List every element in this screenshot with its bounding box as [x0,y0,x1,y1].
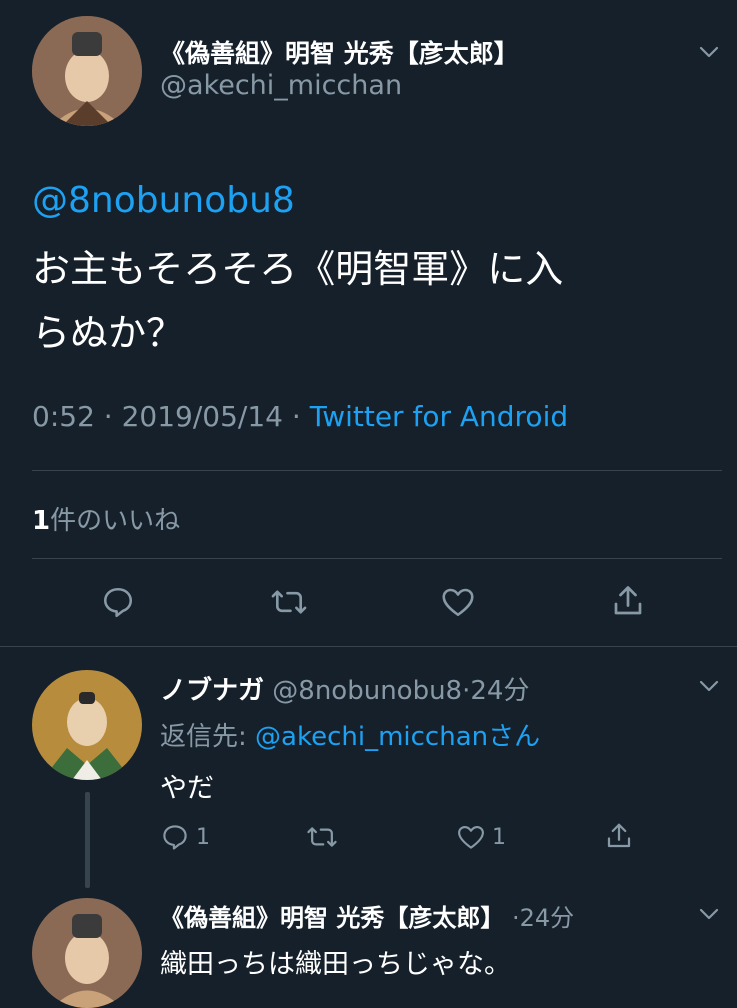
chevron-down-icon[interactable] [697,674,721,698]
retweet-icon[interactable] [270,584,308,620]
mention-link[interactable]: @8nobunobu8 [32,180,295,221]
thread-connector-line [85,792,90,888]
reply-action[interactable]: 1 [160,822,210,852]
avatar[interactable] [32,16,142,126]
display-name[interactable]: 《偽善組》明智 光秀【彦太郎】 [160,34,519,70]
avatar-portrait-nobunaga [32,670,142,780]
reply-header: 《偽善組》明智 光秀【彦太郎】 ·24分 [160,898,574,933]
like-count: 1 [492,824,506,850]
display-name[interactable]: 《偽善組》明智 光秀【彦太郎】 [160,904,504,932]
meta-separator: · [103,400,113,433]
share-icon[interactable] [610,582,646,620]
likes-count: 1 [32,506,51,536]
tweet-meta: 0:52 · 2019/05/14 · Twitter for Android [32,400,568,433]
reply-icon [160,822,190,852]
reply-to-suffix: さん [488,722,541,752]
likes-label: 件のいいね [50,506,181,536]
reply-to-line: 返信先: @akechi_micchanさん [160,716,540,753]
tweet-age: 24分 [519,904,575,932]
user-handle[interactable]: @akechi_micchan [160,70,402,101]
reply-count: 1 [196,824,210,850]
reply-header: ノブナガ @8nobunobu8·24分 [160,670,529,707]
divider [32,470,722,471]
avatar[interactable] [32,898,142,1008]
tweet-age: 24分 [470,676,530,706]
divider [0,646,737,647]
display-name[interactable]: ノブナガ [160,676,264,706]
like-action[interactable]: 1 [456,822,506,852]
chevron-down-icon[interactable] [697,902,721,926]
reply-icon[interactable] [100,584,136,620]
like-icon[interactable] [440,584,476,620]
reply-text: やだ [160,773,214,804]
reply-text: 織田っちは織田っちじゃな。 [160,949,511,980]
tweet-date: 2019/05/14 [121,400,283,433]
likes-summary[interactable]: 1件のいいね [32,500,180,537]
divider [32,558,722,559]
avatar[interactable] [32,670,142,780]
reply-to-handle-link[interactable]: @akechi_micchan [255,722,488,752]
tweet-text-line-1: お主もそろそろ《明智軍》に入 [32,247,564,291]
tweet-time: 0:52 [32,400,95,433]
avatar-portrait-akechi [32,16,142,126]
tweet-source-link[interactable]: Twitter for Android [310,400,568,433]
tweet-text-line-2: らぬか？ [32,311,185,355]
user-handle[interactable]: @8nobunobu8 [272,676,462,706]
share-icon[interactable] [604,820,634,852]
retweet-icon[interactable] [306,822,338,852]
meta-separator: · [512,904,520,932]
meta-separator: · [291,400,301,433]
like-icon [456,822,486,852]
reply-to-label: 返信先: [160,722,256,752]
chevron-down-icon[interactable] [697,40,721,64]
avatar-portrait-akechi [32,898,142,1008]
